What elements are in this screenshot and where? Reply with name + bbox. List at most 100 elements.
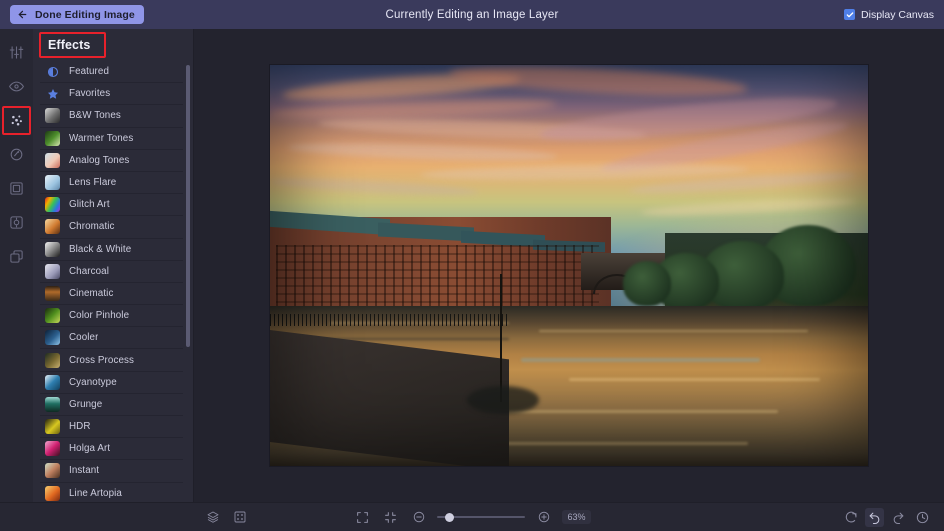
sliders-icon — [9, 45, 24, 60]
effect-item-favorites[interactable]: Favorites — [40, 83, 183, 105]
effect-item-label: B&W Tones — [69, 110, 121, 121]
rail-item-frame[interactable] — [0, 177, 33, 200]
history-icon[interactable] — [913, 508, 932, 527]
rail-item-retouch[interactable] — [0, 143, 33, 166]
zoom-slider[interactable] — [437, 511, 525, 523]
effect-item-black-white[interactable]: Black & White — [40, 239, 183, 261]
bottom-bar: 63% — [0, 502, 944, 531]
effect-item-color-pinhole[interactable]: Color Pinhole — [40, 305, 183, 327]
fit-to-screen-icon[interactable] — [353, 508, 372, 527]
featured-circle-icon — [45, 64, 60, 79]
effect-item-label: Featured — [69, 66, 109, 77]
water-ripple — [521, 358, 760, 362]
quay-railing — [270, 314, 509, 326]
effect-thumbnail — [45, 419, 60, 434]
effect-item-label: Grunge — [69, 399, 102, 410]
effect-thumbnail — [45, 286, 60, 301]
effect-item-label: Holga Art — [69, 443, 110, 454]
effect-thumbnail — [45, 486, 60, 501]
reset-icon[interactable] — [841, 508, 860, 527]
zoom-in-button[interactable] — [534, 508, 553, 527]
effect-thumbnail — [45, 441, 60, 456]
undo-icon[interactable] — [865, 508, 884, 527]
effect-thumbnail — [45, 375, 60, 390]
effect-item-label: Chromatic — [69, 221, 115, 232]
effect-item-label: Cross Process — [69, 355, 134, 366]
canvas-area[interactable] — [194, 29, 944, 502]
effect-item-label: Warmer Tones — [69, 133, 133, 144]
effect-thumbnail — [45, 353, 60, 368]
effect-item-cinematic[interactable]: Cinematic — [40, 283, 183, 305]
effect-item-instant[interactable]: Instant — [40, 460, 183, 482]
rail-item-view[interactable] — [0, 75, 33, 98]
effect-item-hdr[interactable]: HDR — [40, 416, 183, 438]
effect-thumbnail — [45, 397, 60, 412]
image-canvas[interactable] — [270, 65, 868, 466]
effect-item-label: Cyanotype — [69, 377, 117, 388]
effect-item-lens-flare[interactable]: Lens Flare — [40, 172, 183, 194]
effect-item-cyanotype[interactable]: Cyanotype — [40, 372, 183, 394]
effect-item-label: Black & White — [69, 244, 131, 255]
effect-item-label: Lens Flare — [69, 177, 116, 188]
effect-item-featured[interactable]: Featured — [40, 61, 183, 83]
effects-scrollbar[interactable] — [186, 65, 190, 347]
zoom-slider-handle[interactable] — [445, 513, 454, 522]
redo-icon[interactable] — [889, 508, 908, 527]
tool-rail — [0, 29, 33, 502]
rail-item-effects[interactable] — [0, 109, 33, 132]
effect-item-charcoal[interactable]: Charcoal — [40, 261, 183, 283]
effect-thumbnail — [45, 131, 60, 146]
effect-item-label: Analog Tones — [69, 155, 129, 166]
effect-item-chromatic[interactable]: Chromatic — [40, 216, 183, 238]
zoom-level-value[interactable]: 63% — [562, 510, 590, 524]
effect-thumbnail — [45, 308, 60, 323]
tree — [623, 261, 671, 305]
effect-item-label: Charcoal — [69, 266, 109, 277]
rail-item-adjustments[interactable] — [0, 41, 33, 64]
layers-stack-icon[interactable] — [203, 508, 222, 527]
grid-view-icon[interactable] — [230, 508, 249, 527]
effect-item-label: Cooler — [69, 332, 98, 343]
effect-thumbnail — [45, 264, 60, 279]
layers-copy-icon — [9, 249, 24, 264]
display-canvas-label: Display Canvas — [861, 9, 934, 21]
effect-item-label: Line Artopia — [69, 488, 122, 499]
rail-item-magic[interactable] — [0, 211, 33, 234]
effects-list[interactable]: Featured Favorites B&W Tones Warmer Tones An… — [40, 61, 183, 502]
fullscreen-exit-icon[interactable] — [381, 508, 400, 527]
effect-thumbnail — [45, 108, 60, 123]
rail-item-layers[interactable] — [0, 245, 33, 268]
effects-dots-icon — [9, 113, 24, 128]
effect-thumbnail — [45, 330, 60, 345]
display-canvas-toggle[interactable]: Display Canvas — [844, 9, 934, 21]
top-bar: Done Editing Image Currently Editing an … — [0, 0, 944, 29]
water-ripple — [539, 330, 808, 332]
effects-panel-header: Effects — [33, 29, 193, 61]
effect-thumbnail — [45, 219, 60, 234]
panel-title: Effects — [42, 35, 96, 55]
eye-icon — [9, 79, 24, 94]
effect-item-label: Glitch Art — [69, 199, 110, 210]
retouch-brush-icon — [9, 147, 24, 162]
effect-item-cross-process[interactable]: Cross Process — [40, 349, 183, 371]
effect-item-warmer-tones[interactable]: Warmer Tones — [40, 128, 183, 150]
effect-item-analog-tones[interactable]: Analog Tones — [40, 150, 183, 172]
magic-sparkle-icon — [9, 215, 24, 230]
effect-item-b-w-tones[interactable]: B&W Tones — [40, 105, 183, 127]
effect-item-holga-art[interactable]: Holga Art — [40, 438, 183, 460]
frame-icon — [9, 181, 24, 196]
effect-thumbnail — [45, 153, 60, 168]
checkbox-checked-icon[interactable] — [844, 9, 855, 20]
effect-item-line-artopia[interactable]: Line Artopia — [40, 483, 183, 502]
effect-item-glitch-art[interactable]: Glitch Art — [40, 194, 183, 216]
zoom-out-button[interactable] — [409, 508, 428, 527]
effect-thumbnail — [45, 463, 60, 478]
effect-item-label: HDR — [69, 421, 91, 432]
effect-item-grunge[interactable]: Grunge — [40, 394, 183, 416]
done-editing-image-label: Done Editing Image — [35, 9, 135, 21]
effect-item-label: Favorites — [69, 88, 110, 99]
done-editing-image-button[interactable]: Done Editing Image — [10, 5, 144, 24]
editor-body: Effects Featured Favorites B&W Tones Warmer… — [0, 29, 944, 502]
history-controls — [841, 508, 944, 527]
effect-item-cooler[interactable]: Cooler — [40, 327, 183, 349]
